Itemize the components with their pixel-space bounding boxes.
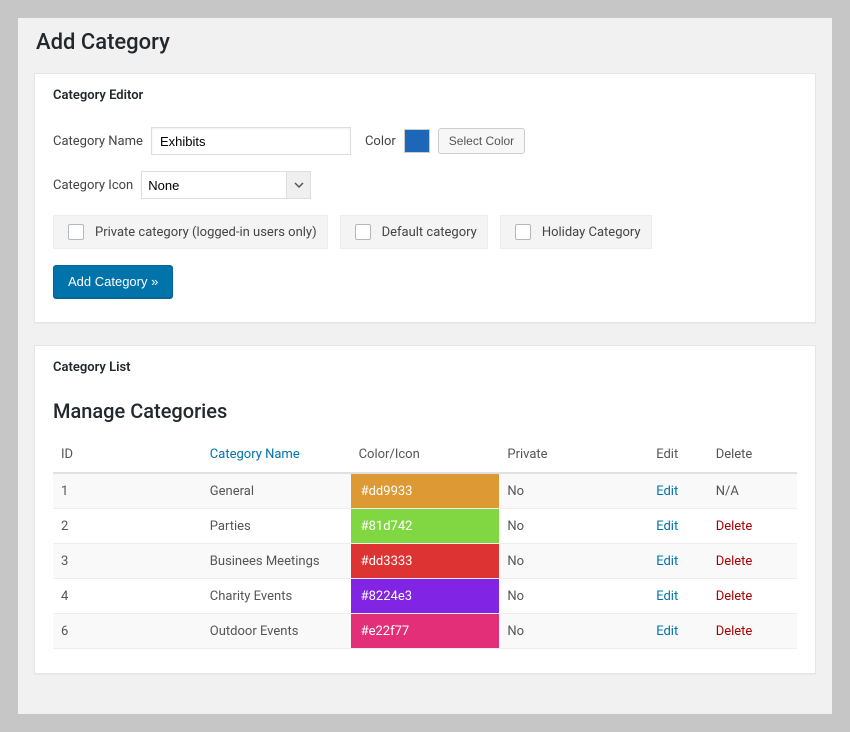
cell-id: 2: [53, 509, 202, 544]
edit-link[interactable]: Edit: [656, 624, 678, 639]
holiday-category-option[interactable]: Holiday Category: [500, 215, 652, 249]
color-chip: #e22f77: [351, 614, 500, 648]
cell-edit: Edit: [648, 473, 708, 509]
cell-private: No: [499, 579, 648, 614]
manage-categories-heading: Manage Categories: [53, 399, 797, 423]
col-private: Private: [499, 437, 648, 473]
cell-id: 6: [53, 614, 202, 649]
add-category-button[interactable]: Add Category »: [53, 265, 173, 298]
color-label: Color: [365, 134, 396, 149]
cell-private: No: [499, 473, 648, 509]
default-category-checkbox[interactable]: [355, 224, 371, 240]
private-category-label: Private category (logged-in users only): [95, 225, 317, 240]
color-swatch[interactable]: [404, 129, 430, 153]
cell-edit: Edit: [648, 614, 708, 649]
edit-link[interactable]: Edit: [656, 554, 678, 569]
category-table: ID Category Name Color/Icon Private Edit…: [53, 437, 797, 649]
cell-id: 1: [53, 473, 202, 509]
select-color-button[interactable]: Select Color: [438, 128, 525, 155]
page-title: Add Category: [36, 30, 816, 55]
private-category-option[interactable]: Private category (logged-in users only): [53, 215, 328, 249]
cell-color: #81d742: [351, 509, 500, 544]
cell-id: 3: [53, 544, 202, 579]
table-row: 3Businees Meetings#dd3333No Edit Delete: [53, 544, 797, 579]
cell-private: No: [499, 544, 648, 579]
category-name-input[interactable]: [151, 127, 351, 155]
edit-link[interactable]: Edit: [656, 589, 678, 604]
cell-delete: Delete: [708, 509, 797, 544]
color-chip: #81d742: [351, 509, 500, 543]
category-icon-label: Category Icon: [53, 178, 133, 193]
holiday-category-checkbox[interactable]: [515, 224, 531, 240]
cell-private: No: [499, 614, 648, 649]
private-category-checkbox[interactable]: [68, 224, 84, 240]
cell-edit: Edit: [648, 509, 708, 544]
holiday-category-label: Holiday Category: [542, 225, 641, 240]
cell-color: #dd9933: [351, 473, 500, 509]
cell-delete: N/A: [708, 473, 797, 509]
color-chip: #8224e3: [351, 579, 500, 613]
default-category-label: Default category: [382, 225, 477, 240]
edit-link[interactable]: Edit: [656, 484, 678, 499]
col-name[interactable]: Category Name: [202, 437, 351, 473]
col-id: ID: [53, 437, 202, 473]
cell-name: Parties: [202, 509, 351, 544]
delete-link[interactable]: Delete: [716, 554, 753, 569]
delete-link[interactable]: Delete: [716, 519, 753, 534]
cell-name: Charity Events: [202, 579, 351, 614]
cell-color: #e22f77: [351, 614, 500, 649]
cell-id: 4: [53, 579, 202, 614]
table-row: 4Charity Events#8224e3No Edit Delete: [53, 579, 797, 614]
cell-edit: Edit: [648, 544, 708, 579]
col-color: Color/Icon: [351, 437, 500, 473]
delete-link[interactable]: Delete: [716, 624, 753, 639]
category-icon-select[interactable]: None: [141, 171, 311, 199]
table-row: 1General#dd9933No Edit N/A: [53, 473, 797, 509]
cell-delete: Delete: [708, 544, 797, 579]
category-list-card: Category List Manage Categories ID Categ…: [34, 345, 816, 674]
cell-private: No: [499, 509, 648, 544]
category-list-title: Category List: [53, 360, 797, 375]
color-chip: #dd9933: [351, 474, 500, 508]
cell-name: Businees Meetings: [202, 544, 351, 579]
delete-link[interactable]: Delete: [716, 589, 753, 604]
default-category-option[interactable]: Default category: [340, 215, 488, 249]
category-editor-card: Category Editor Category Name Color Sele…: [34, 73, 816, 323]
table-row: 6Outdoor Events#e22f77No Edit Delete: [53, 614, 797, 649]
color-chip: #dd3333: [351, 544, 500, 578]
table-row: 2Parties#81d742No Edit Delete: [53, 509, 797, 544]
cell-delete: Delete: [708, 579, 797, 614]
cell-name: General: [202, 473, 351, 509]
col-edit: Edit: [648, 437, 708, 473]
cell-color: #dd3333: [351, 544, 500, 579]
category-editor-title: Category Editor: [53, 88, 797, 103]
category-name-label: Category Name: [53, 134, 143, 149]
cell-name: Outdoor Events: [202, 614, 351, 649]
col-delete: Delete: [708, 437, 797, 473]
cell-edit: Edit: [648, 579, 708, 614]
cell-delete: Delete: [708, 614, 797, 649]
edit-link[interactable]: Edit: [656, 519, 678, 534]
cell-color: #8224e3: [351, 579, 500, 614]
